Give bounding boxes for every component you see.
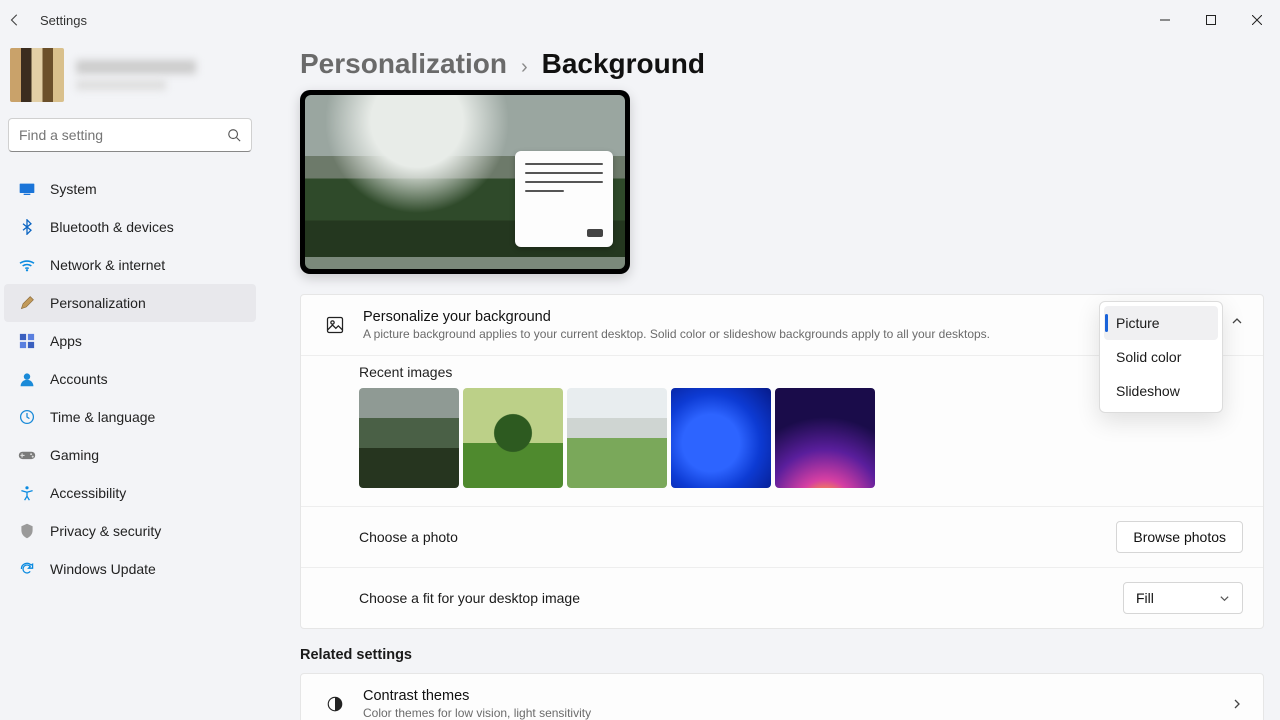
titlebar: Settings	[0, 0, 1280, 40]
background-type-dropdown[interactable]: Picture Solid color Slideshow	[1099, 301, 1223, 413]
dropdown-option-picture[interactable]: Picture	[1104, 306, 1218, 340]
sidebar-item-label: Apps	[50, 333, 82, 349]
choose-fit-row: Choose a fit for your desktop image Fill	[301, 567, 1263, 628]
dropdown-option-solidcolor[interactable]: Solid color	[1104, 340, 1218, 374]
back-button[interactable]	[8, 13, 40, 27]
sidebar-item-label: Bluetooth & devices	[50, 219, 174, 235]
bluetooth-icon	[18, 218, 36, 236]
preview-window-mock	[515, 151, 613, 247]
sidebar-item-label: Personalization	[50, 295, 146, 311]
sidebar-item-privacy[interactable]: Privacy & security	[4, 512, 256, 550]
choose-fit-label: Choose a fit for your desktop image	[359, 590, 580, 606]
breadcrumb: Personalization › Background	[300, 48, 1264, 80]
recent-image-5[interactable]	[775, 388, 875, 488]
gaming-icon	[18, 446, 36, 464]
sidebar-item-accessibility[interactable]: Accessibility	[4, 474, 256, 512]
personalization-icon	[18, 294, 36, 312]
personalize-header[interactable]: Personalize your background A picture ba…	[301, 295, 1263, 355]
sidebar-item-label: System	[50, 181, 97, 197]
search-icon	[227, 128, 241, 142]
system-icon	[18, 180, 36, 198]
profile-block[interactable]	[4, 48, 256, 118]
sidebar-item-bluetooth[interactable]: Bluetooth & devices	[4, 208, 256, 246]
sidebar-item-label: Gaming	[50, 447, 99, 463]
preview-screen	[305, 95, 625, 269]
accounts-icon	[18, 370, 36, 388]
breadcrumb-current: Background	[542, 48, 705, 80]
sidebar-item-label: Accessibility	[50, 485, 126, 501]
chevron-down-icon	[1219, 593, 1230, 604]
window-title: Settings	[40, 13, 87, 28]
recent-image-3[interactable]	[567, 388, 667, 488]
browse-photos-button[interactable]: Browse photos	[1116, 521, 1243, 553]
update-icon	[18, 560, 36, 578]
sidebar-item-label: Windows Update	[50, 561, 156, 577]
sidebar-item-label: Network & internet	[50, 257, 165, 273]
picture-icon	[321, 315, 349, 335]
preview-taskbar	[305, 257, 625, 269]
sidebar-item-label: Time & language	[50, 409, 155, 425]
profile-name	[76, 60, 196, 74]
time-icon	[18, 408, 36, 426]
sidebar-item-label: Accounts	[50, 371, 108, 387]
recent-image-1[interactable]	[359, 388, 459, 488]
search-box[interactable]	[8, 118, 252, 152]
desktop-preview	[300, 90, 630, 274]
privacy-icon	[18, 522, 36, 540]
recent-image-4[interactable]	[671, 388, 771, 488]
choose-photo-label: Choose a photo	[359, 529, 458, 545]
profile-sub	[76, 80, 166, 90]
search-input[interactable]	[19, 127, 227, 143]
sidebar-item-gaming[interactable]: Gaming	[4, 436, 256, 474]
personalize-subtitle: A picture background applies to your cur…	[363, 327, 990, 341]
network-icon	[18, 256, 36, 274]
personalize-title: Personalize your background	[363, 309, 990, 325]
personalize-card: Personalize your background A picture ba…	[300, 294, 1264, 629]
sidebar: System Bluetooth & devices Network & inter…	[0, 40, 260, 720]
chevron-right-icon: ›	[521, 56, 528, 79]
contrast-title: Contrast themes	[363, 688, 591, 704]
nav-list: System Bluetooth & devices Network & inter…	[4, 170, 256, 588]
fit-select[interactable]: Fill	[1123, 582, 1243, 614]
chevron-up-icon[interactable]	[1231, 315, 1243, 327]
sidebar-item-personalization[interactable]: Personalization	[4, 284, 256, 322]
maximize-button[interactable]	[1188, 0, 1234, 40]
main-content: Personalization › Background Personalize…	[260, 40, 1280, 720]
sidebar-item-apps[interactable]: Apps	[4, 322, 256, 360]
contrast-themes-card[interactable]: Contrast themes Color themes for low vis…	[300, 673, 1264, 720]
fit-value: Fill	[1136, 590, 1154, 606]
recent-image-2[interactable]	[463, 388, 563, 488]
avatar	[10, 48, 64, 102]
sidebar-item-time[interactable]: Time & language	[4, 398, 256, 436]
chevron-right-icon	[1231, 698, 1243, 710]
minimize-button[interactable]	[1142, 0, 1188, 40]
close-button[interactable]	[1234, 0, 1280, 40]
choose-photo-row: Choose a photo Browse photos	[301, 506, 1263, 567]
breadcrumb-parent[interactable]: Personalization	[300, 48, 507, 80]
dropdown-option-slideshow[interactable]: Slideshow	[1104, 374, 1218, 408]
accessibility-icon	[18, 484, 36, 502]
sidebar-item-accounts[interactable]: Accounts	[4, 360, 256, 398]
apps-icon	[18, 332, 36, 350]
contrast-icon	[321, 695, 349, 713]
sidebar-item-network[interactable]: Network & internet	[4, 246, 256, 284]
sidebar-item-system[interactable]: System	[4, 170, 256, 208]
sidebar-item-update[interactable]: Windows Update	[4, 550, 256, 588]
contrast-subtitle: Color themes for low vision, light sensi…	[363, 706, 591, 720]
sidebar-item-label: Privacy & security	[50, 523, 161, 539]
related-settings-heading: Related settings	[300, 647, 1264, 663]
